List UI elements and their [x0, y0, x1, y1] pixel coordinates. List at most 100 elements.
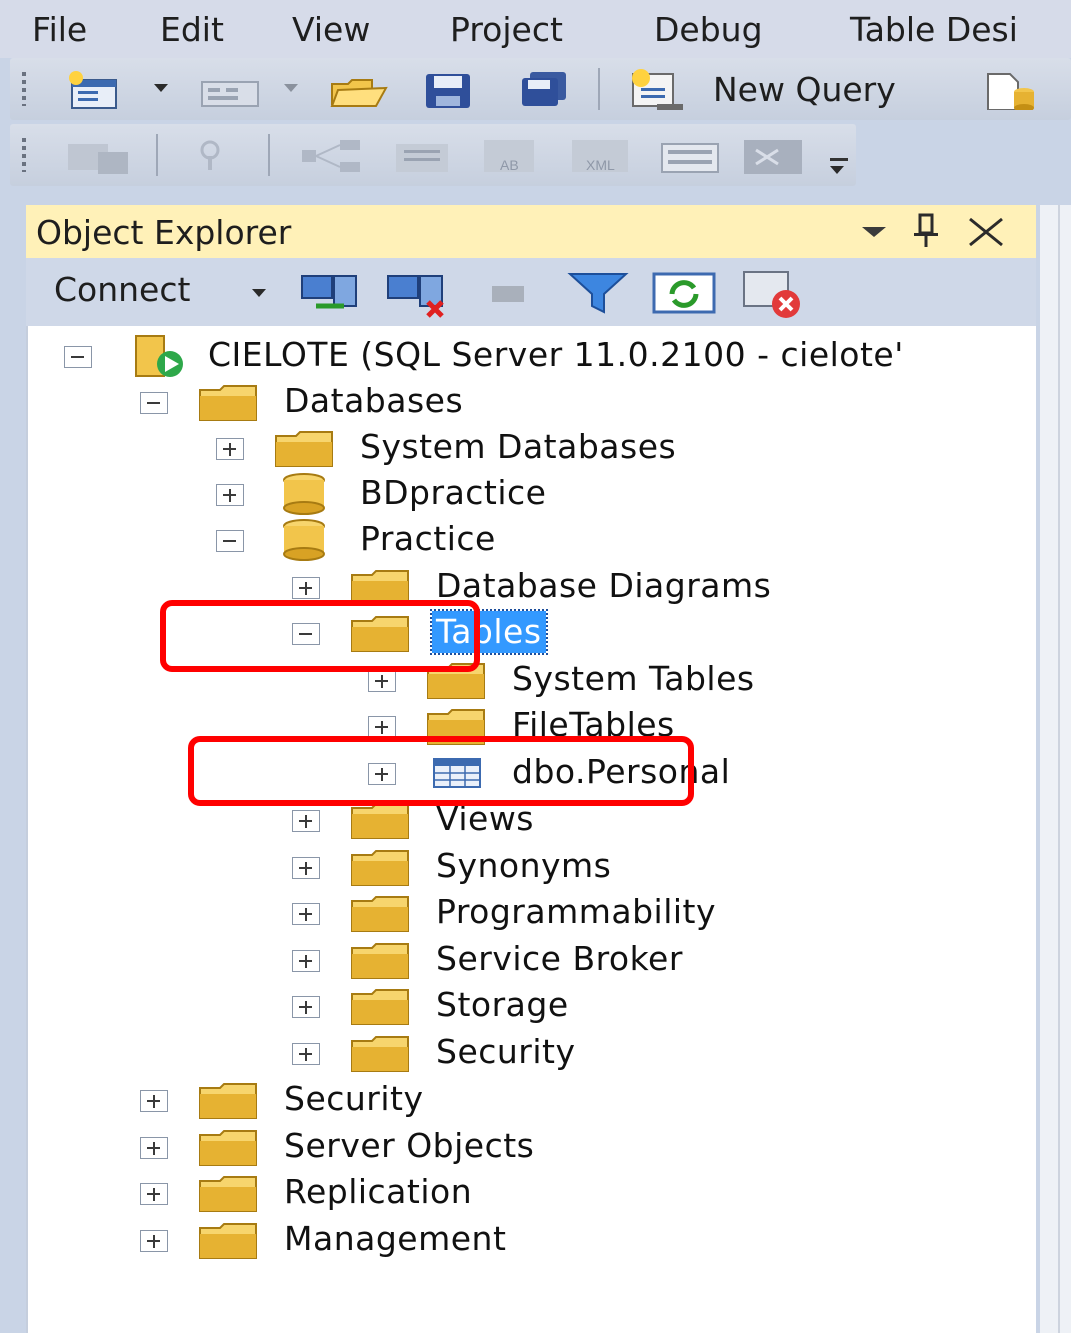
- window-position-dropdown-icon[interactable]: [860, 225, 888, 239]
- new-query-icon: [632, 69, 683, 110]
- refresh-icon[interactable]: [652, 272, 718, 314]
- bdpractice-label: BDpractice: [360, 473, 547, 512]
- server-label: CIELOTE (SQL Server 11.0.2100 - cielote': [208, 335, 904, 374]
- expand-replication-icon[interactable]: [140, 1183, 168, 1205]
- expand-system-tables-icon[interactable]: [368, 670, 396, 692]
- connect-object-explorer-icon[interactable]: [298, 270, 370, 316]
- menu-edit[interactable]: Edit: [160, 10, 224, 50]
- close-icon[interactable]: [966, 217, 1006, 247]
- highlight-dbo-personal-annotation: [188, 736, 694, 806]
- management-label: Management: [284, 1219, 507, 1258]
- expand-database-diagrams-icon[interactable]: [292, 577, 320, 599]
- standard-toolbar: New Query: [10, 58, 1071, 120]
- add-item-icon[interactable]: [196, 70, 268, 110]
- new-project-dropdown-icon[interactable]: [154, 84, 168, 92]
- collapse-practice-icon[interactable]: [216, 530, 244, 552]
- programmability-label: Programmability: [436, 892, 717, 931]
- practice-label: Practice: [360, 519, 496, 558]
- toolbar-overflow-icon[interactable]: [830, 158, 848, 161]
- menu-bar: File Edit View Project Debug Table Desi: [0, 0, 1071, 58]
- menu-project[interactable]: Project: [450, 10, 563, 50]
- new-project-icon[interactable]: [66, 70, 138, 110]
- new-query-label: New Query: [713, 70, 896, 109]
- folder-icon: [275, 431, 333, 467]
- folder-icon: [351, 943, 409, 979]
- toolbar-separator: [268, 134, 270, 176]
- db-security-label: Security: [436, 1032, 576, 1071]
- stop-icon[interactable]: [488, 284, 528, 304]
- database-icon: [283, 519, 325, 561]
- expand-views-icon[interactable]: [292, 810, 320, 832]
- folder-icon: [199, 1223, 257, 1259]
- object-explorer-titlebar: Object Explorer: [26, 205, 1036, 258]
- disconnect-icon[interactable]: [384, 270, 456, 320]
- toolbar-separator: [156, 134, 158, 176]
- expand-db-security-icon[interactable]: [292, 1043, 320, 1065]
- folder-icon: [199, 385, 257, 421]
- expand-system-databases-icon[interactable]: [216, 438, 244, 460]
- collapse-databases-icon[interactable]: [140, 392, 168, 414]
- open-folder-icon[interactable]: [328, 70, 392, 110]
- save-icon[interactable]: [418, 70, 478, 110]
- expand-service-broker-icon[interactable]: [292, 950, 320, 972]
- generate-change-script-icon[interactable]: [62, 136, 138, 176]
- save-all-icon[interactable]: [510, 70, 576, 110]
- expand-synonyms-icon[interactable]: [292, 857, 320, 879]
- expand-server-objects-icon[interactable]: [140, 1137, 168, 1159]
- manage-fulltext-index-icon[interactable]: AB: [478, 136, 550, 176]
- collapse-server-icon[interactable]: [64, 346, 92, 368]
- storage-label: Storage: [436, 985, 569, 1024]
- expand-storage-icon[interactable]: [292, 996, 320, 1018]
- object-explorer-title: Object Explorer: [36, 213, 292, 252]
- filter-icon[interactable]: [566, 270, 632, 316]
- manage-spatial-indexes-icon[interactable]: [738, 136, 810, 176]
- table-designer-toolbar: AB XML: [10, 124, 856, 186]
- toolbar-overflow-arrow-icon[interactable]: [830, 166, 844, 174]
- object-explorer-tree: CIELOTE (SQL Server 11.0.2100 - cielote'…: [26, 326, 1036, 1333]
- expand-programmability-icon[interactable]: [292, 903, 320, 925]
- server-icon: [135, 335, 183, 377]
- database-icon: [283, 473, 325, 515]
- folder-icon: [351, 803, 409, 839]
- ssms-window: File Edit View Project Debug Table Desi: [0, 0, 1071, 1333]
- pin-icon[interactable]: [912, 213, 940, 249]
- folder-icon: [199, 1130, 257, 1166]
- database-query-icon[interactable]: [980, 70, 1050, 110]
- connect-button[interactable]: Connect: [54, 270, 190, 310]
- toolbar-separator: [598, 68, 600, 110]
- manage-check-constraints-icon[interactable]: [656, 136, 728, 176]
- connect-dropdown-icon[interactable]: [252, 289, 266, 297]
- toolbar-grip[interactable]: [22, 72, 26, 106]
- system-tables-label: System Tables: [512, 659, 755, 698]
- folder-icon: [351, 896, 409, 932]
- svg-text:AB: AB: [500, 157, 519, 173]
- stop-activity-icon[interactable]: [738, 266, 810, 320]
- set-primary-key-icon[interactable]: [186, 136, 236, 176]
- expand-management-icon[interactable]: [140, 1230, 168, 1252]
- system-databases-label: System Databases: [360, 427, 677, 466]
- toolbar-grip-2[interactable]: [22, 138, 26, 172]
- menu-file[interactable]: File: [32, 10, 87, 50]
- folder-icon: [351, 850, 409, 886]
- security-label: Security: [284, 1079, 424, 1118]
- expand-bdpractice-icon[interactable]: [216, 484, 244, 506]
- add-item-dropdown-icon[interactable]: [284, 84, 298, 92]
- expand-security-icon[interactable]: [140, 1090, 168, 1112]
- databases-label: Databases: [284, 381, 464, 420]
- object-explorer-toolbar: Connect: [26, 258, 1036, 326]
- menu-table-designer[interactable]: Table Desi: [850, 10, 1018, 50]
- manage-xml-indexes-icon[interactable]: XML: [566, 136, 642, 176]
- menu-view[interactable]: View: [292, 10, 370, 50]
- folder-icon: [199, 1176, 257, 1212]
- folder-icon: [351, 989, 409, 1025]
- synonyms-label: Synonyms: [436, 846, 612, 885]
- service-broker-label: Service Broker: [436, 939, 683, 978]
- expand-filetables-icon[interactable]: [368, 716, 396, 738]
- server-objects-label: Server Objects: [284, 1126, 535, 1165]
- relationships-icon[interactable]: [296, 136, 368, 176]
- svg-text:XML: XML: [586, 157, 615, 173]
- menu-debug[interactable]: Debug: [654, 10, 763, 50]
- manage-indexes-icon[interactable]: [386, 136, 458, 176]
- folder-icon: [351, 1036, 409, 1072]
- folder-icon: [199, 1083, 257, 1119]
